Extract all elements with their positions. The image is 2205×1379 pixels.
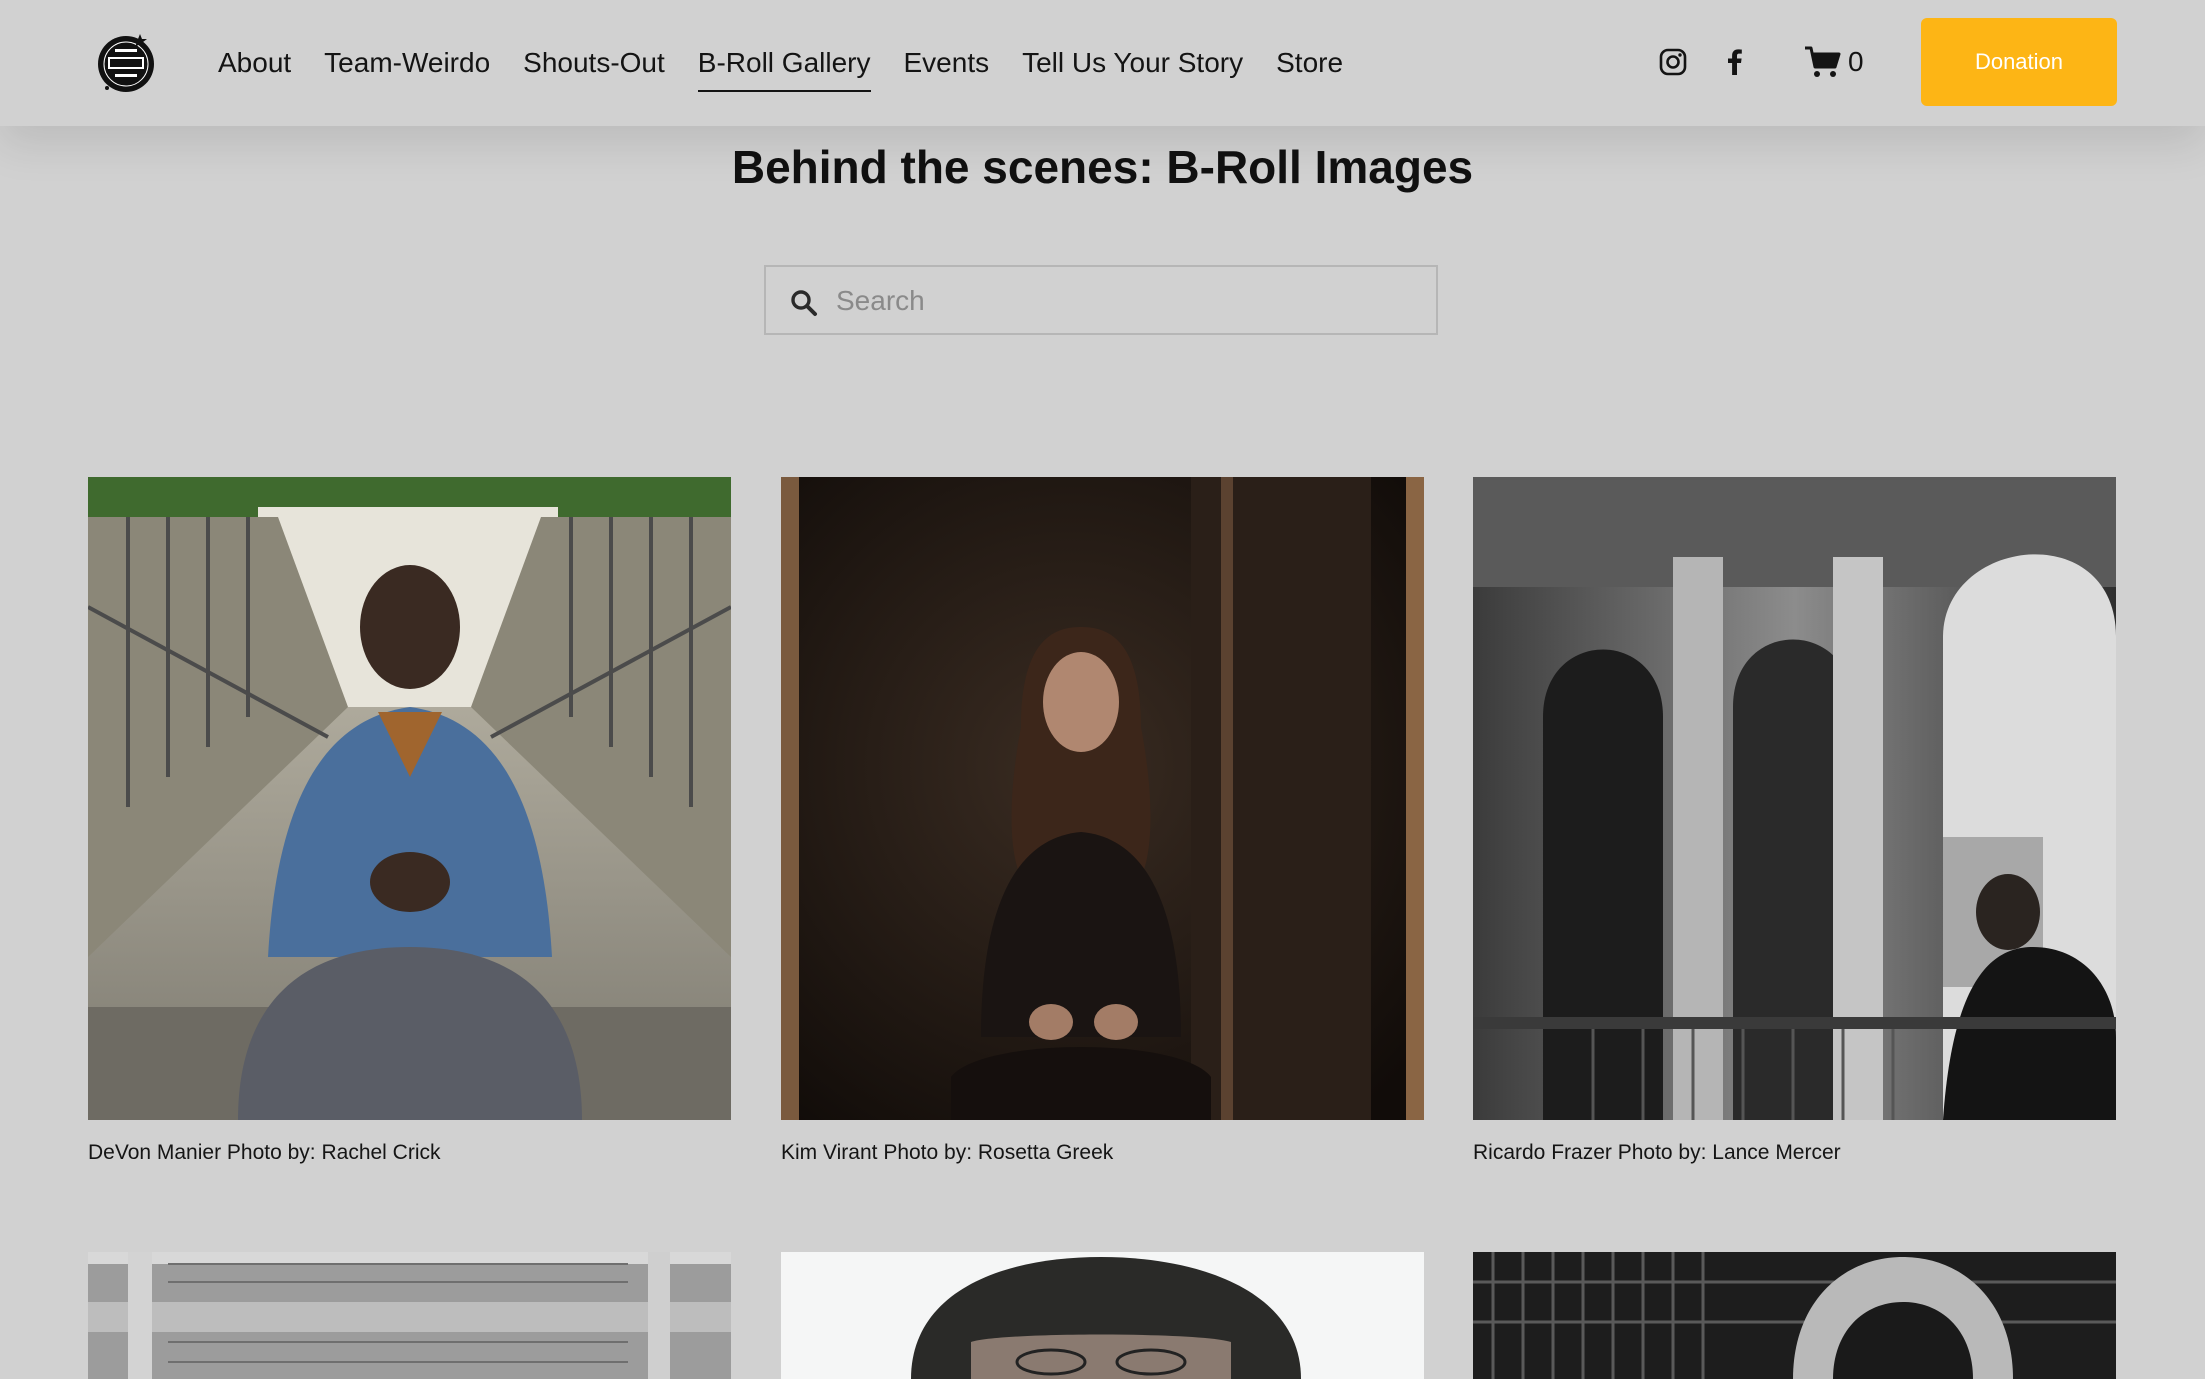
nav-shouts-out[interactable]: Shouts-Out [523,47,665,79]
nav-tell-us-your-story[interactable]: Tell Us Your Story [1022,47,1243,79]
nav-store[interactable]: Store [1276,47,1343,79]
gallery-photo[interactable] [1473,1252,2116,1379]
gallery-item: DeVon Manier Photo by: Rachel Crick [88,477,731,1164]
weirdos-logo-icon[interactable] [88,31,162,93]
facebook-icon[interactable] [1720,47,1750,77]
gallery-photo[interactable] [1473,477,2116,1120]
cart-count: 0 [1848,46,1864,77]
nav-events[interactable]: Events [904,47,990,79]
nav-about[interactable]: About [218,47,291,79]
instagram-icon[interactable] [1658,47,1688,77]
search-icon [791,290,817,316]
main-nav: About Team-Weirdo Shouts-Out B-Roll Gall… [218,0,1376,126]
donation-button[interactable]: Donation [1921,18,2117,106]
gallery-photo[interactable] [781,1252,1424,1379]
search-box [764,265,1438,335]
page-title: Behind the scenes: B-Roll Images [731,141,1474,193]
nav-b-roll-gallery[interactable]: B-Roll Gallery [697,47,871,92]
gallery-photo[interactable] [88,1252,731,1379]
gallery-item [1473,1252,2116,1379]
gallery-item: Ricardo Frazer Photo by: Lance Mercer [1473,477,2116,1164]
gallery-photo[interactable] [88,477,731,1120]
gallery-caption: Kim Virant Photo by: Rosetta Greek [781,1141,1114,1164]
nav-team-weirdo[interactable]: Team-Weirdo [324,47,490,79]
gallery-item [88,1252,731,1379]
cart-icon [1805,46,1841,77]
gallery-caption: Ricardo Frazer Photo by: Lance Mercer [1473,1141,1841,1164]
gallery-caption: DeVon Manier Photo by: Rachel Crick [88,1141,441,1164]
cart-link[interactable]: 0 [1804,44,1864,80]
gallery-item: Kim Virant Photo by: Rosetta Greek [781,477,1424,1164]
gallery-item [781,1252,1424,1379]
gallery-photo[interactable] [781,477,1424,1120]
site-header: About Team-Weirdo Shouts-Out B-Roll Gall… [0,0,2205,126]
search-input[interactable] [834,267,1428,335]
